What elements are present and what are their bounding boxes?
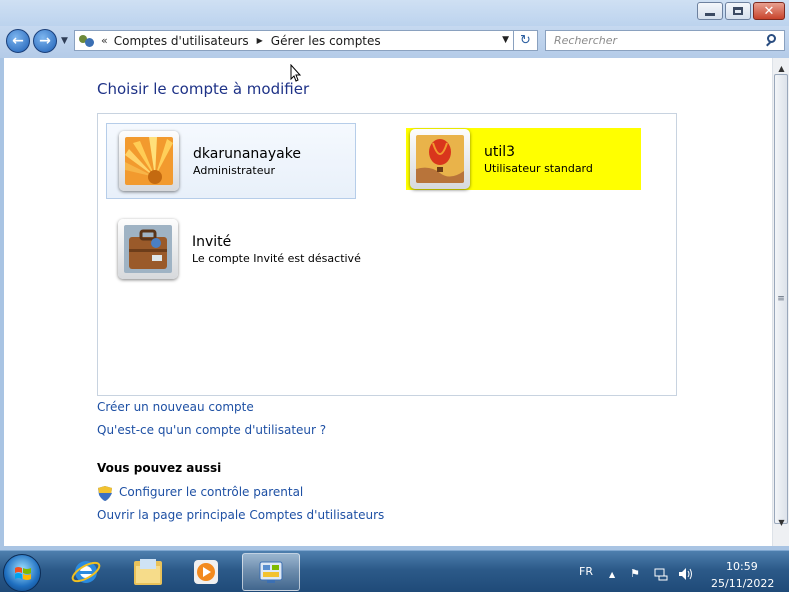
account-name: util3 [484, 143, 516, 160]
page-title: Choisir le compte à modifier [97, 80, 310, 98]
see-also-heading: Vous pouvez aussi [97, 461, 222, 475]
maximize-icon [733, 7, 743, 15]
breadcrumb-user-accounts[interactable]: Comptes d'utilisateurs [114, 34, 249, 48]
flower-avatar-icon [125, 137, 173, 185]
refresh-button[interactable]: ↻ [514, 30, 538, 51]
taskbar: FR [0, 550, 789, 592]
forward-arrow-icon: → [39, 33, 51, 49]
breadcrumb-manage-accounts[interactable]: Gérer les comptes [271, 34, 381, 48]
language-indicator[interactable]: FR [579, 565, 593, 578]
refresh-icon: ↻ [520, 33, 531, 48]
search-input[interactable]: Rechercher [545, 30, 785, 51]
close-icon: ✕ [763, 3, 775, 19]
windows-logo-icon [15, 567, 31, 580]
taskbar-control-panel[interactable] [242, 553, 300, 591]
shield-icon [98, 486, 112, 501]
account-name: Invité [192, 233, 232, 250]
control-panel-icon [259, 561, 283, 583]
file-explorer-icon [134, 559, 162, 585]
media-player-icon [194, 560, 218, 584]
recent-pages-dropdown[interactable]: ▼ [61, 36, 68, 46]
account-role: Administrateur [193, 163, 275, 177]
parental-control-link[interactable]: Configurer le contrôle parental [119, 485, 303, 499]
user-accounts-icon [79, 34, 95, 48]
user-accounts-main-page-link[interactable]: Ouvrir la page principale Comptes d'util… [97, 508, 384, 522]
search-placeholder: Rechercher [554, 34, 618, 47]
account-role: Utilisateur standard [484, 161, 593, 175]
forward-button[interactable]: → [33, 29, 57, 53]
vertical-scrollbar[interactable]: ▲ ≡ ▼ [772, 58, 789, 546]
show-hidden-icons-icon[interactable]: ▲ [609, 570, 615, 579]
taskbar-file-explorer[interactable] [122, 553, 174, 591]
balloon-avatar-icon [416, 135, 464, 183]
breadcrumb-overflow[interactable]: « [101, 34, 108, 47]
window-controls: ✕ [695, 2, 785, 20]
clock-date[interactable]: 25/11/2022 [711, 577, 774, 590]
suitcase-avatar-icon [124, 225, 172, 273]
taskbar-internet-explorer[interactable] [60, 553, 112, 591]
back-button[interactable]: ← [6, 29, 30, 53]
account-name: dkarunanayake [193, 145, 301, 162]
account-tile-dkarunanayake[interactable]: dkarunanayake Administrateur [106, 123, 356, 199]
account-tile-util3[interactable]: util3 Utilisateur standard [406, 128, 641, 190]
network-icon[interactable] [654, 567, 668, 584]
minimize-button[interactable] [697, 2, 723, 20]
content-pane: Choisir le compte à modifier dkarunanaya… [4, 58, 772, 546]
minimize-icon [705, 12, 715, 16]
maximize-button[interactable] [725, 2, 751, 20]
window-titlebar: ✕ [0, 0, 789, 26]
address-dropdown-icon[interactable]: ▼ [502, 35, 509, 45]
close-button[interactable]: ✕ [753, 2, 785, 20]
volume-icon[interactable] [678, 567, 694, 584]
avatar [118, 219, 178, 279]
start-button[interactable] [3, 554, 41, 592]
action-center-flag-icon[interactable]: ⚑ [630, 567, 640, 580]
avatar [119, 131, 179, 191]
breadcrumb-separator-icon[interactable]: ▶ [257, 36, 263, 45]
scroll-down-icon[interactable]: ▼ [773, 514, 789, 530]
taskbar-media-player[interactable] [180, 553, 232, 591]
scroll-thumb[interactable]: ≡ [774, 74, 788, 524]
mouse-cursor-icon [290, 64, 302, 82]
avatar [410, 129, 470, 189]
accounts-list: dkarunanayake Administrateur util3 Utili… [97, 113, 677, 396]
create-account-link[interactable]: Créer un nouveau compte [97, 400, 254, 414]
back-arrow-icon: ← [12, 33, 24, 49]
search-icon[interactable] [764, 33, 780, 49]
what-is-account-link[interactable]: Qu'est-ce qu'un compte d'utilisateur ? [97, 423, 326, 437]
account-role: Le compte Invité est désactivé [192, 251, 361, 265]
internet-explorer-icon [71, 561, 101, 583]
account-tile-guest[interactable]: Invité Le compte Invité est désactivé [106, 211, 406, 287]
address-bar[interactable]: « Comptes d'utilisateurs ▶ Gérer les com… [74, 30, 514, 51]
clock-time[interactable]: 10:59 [726, 560, 758, 573]
